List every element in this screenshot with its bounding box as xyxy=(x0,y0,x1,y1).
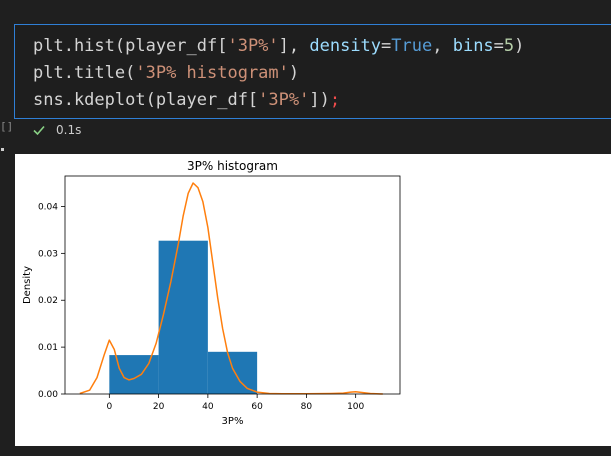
code-token: , xyxy=(432,36,453,56)
x-tick-label: 100 xyxy=(347,402,364,412)
execution-time: 0.1s xyxy=(56,123,82,137)
y-axis-label: Density xyxy=(22,266,33,304)
code-token: = xyxy=(381,36,392,56)
check-icon xyxy=(32,123,46,137)
y-tick-label: 0.02 xyxy=(38,296,58,306)
y-tick-label: 0.03 xyxy=(38,249,58,259)
code-line[interactable]: plt.title('3P% histogram') xyxy=(33,60,593,87)
chart-title: 3P% histogram xyxy=(187,159,278,173)
code-token: plt.title( xyxy=(33,63,136,83)
code-token: True xyxy=(391,36,433,56)
cell-gutter-bracket: [] xyxy=(0,120,14,133)
x-tick-label: 80 xyxy=(301,402,313,412)
y-tick-label: 0.00 xyxy=(38,390,58,400)
x-axis-label: 3P% xyxy=(222,416,244,427)
code-token: bins xyxy=(452,36,494,56)
histogram-plot: 0 20 40 60 80 100 0.00 0.01 0.02 0.03 0.04 3P% hist… xyxy=(22,159,401,427)
code-token: 5 xyxy=(503,36,515,56)
code-token: ], xyxy=(278,36,310,56)
x-tick-label: 40 xyxy=(202,402,214,412)
histogram-bar xyxy=(207,351,258,394)
code-token: '3P%' xyxy=(227,36,279,56)
y-tick-label: 0.04 xyxy=(38,202,58,212)
code-token: '3P%' xyxy=(258,90,310,110)
x-tick-label: 60 xyxy=(251,402,263,412)
code-line[interactable]: plt.hist(player_df['3P%'], density=True,… xyxy=(33,33,593,60)
execution-status: 0.1s xyxy=(32,123,81,137)
code-cell[interactable]: plt.hist(player_df['3P%'], density=True,… xyxy=(14,24,611,119)
x-tick-label: 20 xyxy=(153,402,165,412)
histogram-bar xyxy=(158,240,208,394)
code-line[interactable]: sns.kdeplot(player_df['3P%']); xyxy=(33,87,593,114)
code-token: density xyxy=(309,36,382,56)
code-token: sns.kdeplot(player_df[ xyxy=(33,90,259,110)
cell-output: 0 20 40 60 80 100 0.00 0.01 0.02 0.03 0.04 3P% hist… xyxy=(15,154,611,446)
code-token: plt.hist(player_df[ xyxy=(33,36,228,56)
code-editor[interactable]: plt.hist(player_df['3P%'], density=True,… xyxy=(33,33,593,114)
output-gutter-marker xyxy=(1,148,4,151)
code-token: ) xyxy=(514,36,525,56)
code-token: ; xyxy=(329,90,341,110)
y-tick-label: 0.01 xyxy=(38,343,58,353)
x-tick-label: 0 xyxy=(106,402,112,412)
code-token: = xyxy=(493,36,504,56)
code-token: ]) xyxy=(309,90,330,110)
code-token: ) xyxy=(288,63,300,83)
code-token: '3P% histogram' xyxy=(135,63,289,83)
